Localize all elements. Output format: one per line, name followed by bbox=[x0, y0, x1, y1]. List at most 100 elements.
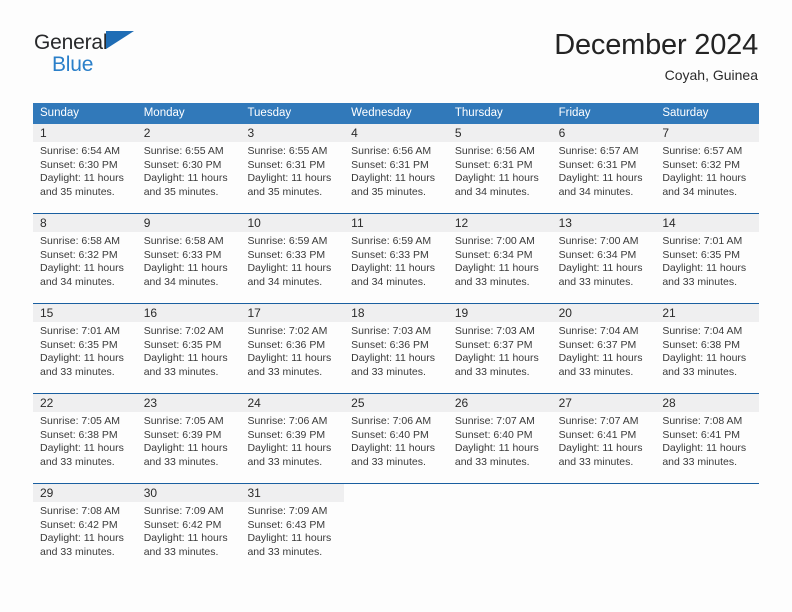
week-day-details: Sunrise: 7:01 AM Sunset: 6:35 PM Daylight:… bbox=[33, 322, 759, 393]
day-number[interactable]: 2 bbox=[137, 124, 241, 142]
day-detail-line: Sunset: 6:38 PM bbox=[40, 428, 118, 441]
day-number[interactable]: 22 bbox=[33, 394, 137, 412]
day-cell[interactable]: Sunrise: 7:09 AM Sunset: 6:43 PM Daylight:… bbox=[240, 502, 344, 573]
day-detail-line: Sunset: 6:34 PM bbox=[454, 248, 533, 261]
day-detail-line: Sunrise: 7:04 AM bbox=[558, 325, 639, 337]
day-cell[interactable]: Sunrise: 7:02 AM Sunset: 6:35 PM Daylight:… bbox=[137, 322, 241, 393]
calendar-weeks: 1 2 3 4 5 6 7 Sunrise: 6:54 AM Sunset: 6:30 PM Da… bbox=[33, 124, 760, 573]
day-detail-line: Sunset: 6:31 PM bbox=[558, 158, 637, 171]
day-cell[interactable]: Sunrise: 6:59 AM Sunset: 6:33 PM Daylight:… bbox=[344, 232, 448, 303]
generalblue-logo[interactable]: General Blue bbox=[34, 28, 194, 75]
day-cell[interactable]: Sunrise: 7:02 AM Sunset: 6:36 PM Daylight:… bbox=[240, 322, 344, 393]
day-cell[interactable]: Sunrise: 7:06 AM Sunset: 6:40 PM Daylight:… bbox=[344, 412, 448, 483]
day-cell[interactable]: Sunrise: 6:55 AM Sunset: 6:30 PM Daylight:… bbox=[137, 142, 241, 213]
day-of-week-header: Saturday bbox=[662, 107, 709, 119]
day-detail-line: Daylight: 11 hours bbox=[351, 172, 436, 185]
day-detail-line: and 33 minutes. bbox=[454, 275, 530, 288]
day-number[interactable]: 4 bbox=[344, 124, 448, 142]
day-cell[interactable]: Sunrise: 7:09 AM Sunset: 6:42 PM Daylight:… bbox=[137, 502, 241, 573]
day-detail-line: Sunrise: 7:06 AM bbox=[351, 415, 432, 427]
day-number[interactable]: 6 bbox=[552, 124, 656, 142]
day-number[interactable]: 13 bbox=[552, 214, 656, 232]
day-number[interactable]: 10 bbox=[240, 214, 344, 232]
day-detail-line: Daylight: 11 hours bbox=[454, 442, 539, 455]
day-cell[interactable]: Sunrise: 7:03 AM Sunset: 6:36 PM Daylight:… bbox=[344, 322, 448, 393]
day-number[interactable]: 12 bbox=[448, 214, 552, 232]
day-detail-line: Sunset: 6:36 PM bbox=[351, 338, 429, 351]
day-detail-line: Daylight: 11 hours bbox=[143, 532, 228, 545]
day-detail-line: Sunset: 6:31 PM bbox=[454, 158, 533, 171]
day-number[interactable]: 30 bbox=[137, 484, 241, 502]
day-number[interactable]: 23 bbox=[137, 394, 241, 412]
day-number[interactable]: 19 bbox=[448, 304, 552, 322]
day-detail-line: Sunrise: 6:56 AM bbox=[351, 145, 432, 157]
day-number[interactable]: 15 bbox=[33, 304, 137, 322]
day-number[interactable]: 28 bbox=[655, 394, 759, 412]
day-number[interactable]: 21 bbox=[655, 304, 759, 322]
day-cell[interactable]: Sunrise: 7:01 AM Sunset: 6:35 PM Daylight:… bbox=[33, 322, 137, 393]
day-number[interactable]: 18 bbox=[344, 304, 448, 322]
day-cell[interactable]: Sunrise: 7:01 AM Sunset: 6:35 PM Daylight:… bbox=[655, 232, 759, 303]
day-number[interactable]: 7 bbox=[655, 124, 759, 142]
day-of-week-header: Friday bbox=[558, 107, 591, 119]
day-number[interactable]: 24 bbox=[240, 394, 344, 412]
day-cell[interactable]: Sunrise: 7:07 AM Sunset: 6:40 PM Daylight:… bbox=[448, 412, 552, 483]
day-cell[interactable]: Sunrise: 7:08 AM Sunset: 6:42 PM Daylight:… bbox=[33, 502, 137, 573]
day-cell[interactable]: Sunrise: 7:05 AM Sunset: 6:39 PM Daylight:… bbox=[137, 412, 241, 483]
day-detail-line: Sunrise: 7:04 AM bbox=[662, 325, 743, 337]
day-cell[interactable]: Sunrise: 7:03 AM Sunset: 6:37 PM Daylight:… bbox=[448, 322, 552, 393]
day-detail-line: Sunrise: 7:05 AM bbox=[40, 415, 120, 427]
day-detail-line: Sunrise: 7:02 AM bbox=[143, 325, 224, 337]
day-detail-line: Sunrise: 7:07 AM bbox=[454, 415, 535, 427]
day-detail-line: Daylight: 11 hours bbox=[40, 172, 124, 185]
day-number[interactable]: 3 bbox=[240, 124, 344, 142]
day-number[interactable]: 8 bbox=[33, 214, 137, 232]
day-detail-line: Daylight: 11 hours bbox=[40, 352, 124, 365]
day-cell[interactable]: Sunrise: 7:00 AM Sunset: 6:34 PM Daylight:… bbox=[552, 232, 656, 303]
day-detail-line: and 33 minutes. bbox=[454, 455, 530, 468]
week-day-numbers: 22 23 24 25 26 27 28 bbox=[33, 394, 759, 412]
day-detail-line: and 33 minutes. bbox=[143, 365, 219, 378]
day-detail-line: Sunset: 6:35 PM bbox=[40, 338, 118, 351]
day-cell[interactable]: Sunrise: 7:05 AM Sunset: 6:38 PM Daylight:… bbox=[33, 412, 137, 483]
day-cell[interactable]: Sunrise: 6:57 AM Sunset: 6:32 PM Daylight:… bbox=[655, 142, 759, 213]
day-number[interactable]: 31 bbox=[240, 484, 344, 502]
day-number[interactable]: 16 bbox=[137, 304, 241, 322]
day-cell[interactable]: Sunrise: 6:59 AM Sunset: 6:33 PM Daylight:… bbox=[240, 232, 344, 303]
day-detail-line: Sunrise: 7:01 AM bbox=[40, 325, 120, 337]
day-number[interactable]: 9 bbox=[137, 214, 241, 232]
day-number[interactable]: 1 bbox=[33, 124, 137, 142]
day-detail-line: Daylight: 11 hours bbox=[662, 172, 747, 185]
day-detail-line: Daylight: 11 hours bbox=[558, 262, 643, 275]
day-cell[interactable]: Sunrise: 6:56 AM Sunset: 6:31 PM Daylight:… bbox=[448, 142, 552, 213]
day-detail-line: and 33 minutes. bbox=[40, 365, 115, 378]
day-cell[interactable]: Sunrise: 6:55 AM Sunset: 6:31 PM Daylight:… bbox=[240, 142, 344, 213]
day-detail-line: Daylight: 11 hours bbox=[143, 352, 228, 365]
day-cell[interactable]: Sunrise: 7:04 AM Sunset: 6:38 PM Daylight:… bbox=[655, 322, 759, 393]
day-cell[interactable]: Sunrise: 7:04 AM Sunset: 6:37 PM Daylight:… bbox=[552, 322, 656, 393]
day-cell[interactable]: Sunrise: 7:07 AM Sunset: 6:41 PM Daylight:… bbox=[552, 412, 656, 483]
day-cell[interactable]: Sunrise: 6:56 AM Sunset: 6:31 PM Daylight:… bbox=[344, 142, 448, 213]
day-cell[interactable]: Sunrise: 6:58 AM Sunset: 6:33 PM Daylight:… bbox=[137, 232, 241, 303]
day-cell[interactable]: Sunrise: 6:54 AM Sunset: 6:30 PM Daylight:… bbox=[33, 142, 137, 213]
day-detail-line: Sunset: 6:41 PM bbox=[558, 428, 637, 441]
day-cell[interactable]: Sunrise: 7:00 AM Sunset: 6:34 PM Daylight:… bbox=[448, 232, 552, 303]
day-number[interactable]: 5 bbox=[448, 124, 552, 142]
day-detail-line: Sunset: 6:42 PM bbox=[143, 518, 222, 531]
day-detail-line: Sunset: 6:31 PM bbox=[247, 158, 326, 171]
day-cell[interactable]: Sunrise: 7:08 AM Sunset: 6:41 PM Daylight:… bbox=[655, 412, 759, 483]
day-number[interactable]: 27 bbox=[552, 394, 656, 412]
day-number[interactable]: 11 bbox=[344, 214, 448, 232]
day-number[interactable]: 20 bbox=[552, 304, 656, 322]
day-cell[interactable]: Sunrise: 7:06 AM Sunset: 6:39 PM Daylight:… bbox=[240, 412, 344, 483]
day-number[interactable]: 25 bbox=[344, 394, 448, 412]
day-number[interactable]: 29 bbox=[33, 484, 137, 502]
day-number[interactable]: 17 bbox=[240, 304, 344, 322]
day-number[interactable]: 14 bbox=[655, 214, 759, 232]
day-cell[interactable]: Sunrise: 6:57 AM Sunset: 6:31 PM Daylight:… bbox=[552, 142, 656, 213]
day-detail-line: and 33 minutes. bbox=[662, 275, 738, 288]
day-cell[interactable]: Sunrise: 6:58 AM Sunset: 6:32 PM Daylight:… bbox=[33, 232, 137, 303]
day-number[interactable]: 26 bbox=[448, 394, 552, 412]
day-detail-line: Daylight: 11 hours bbox=[558, 172, 643, 185]
day-detail-line: Sunset: 6:32 PM bbox=[40, 248, 118, 261]
